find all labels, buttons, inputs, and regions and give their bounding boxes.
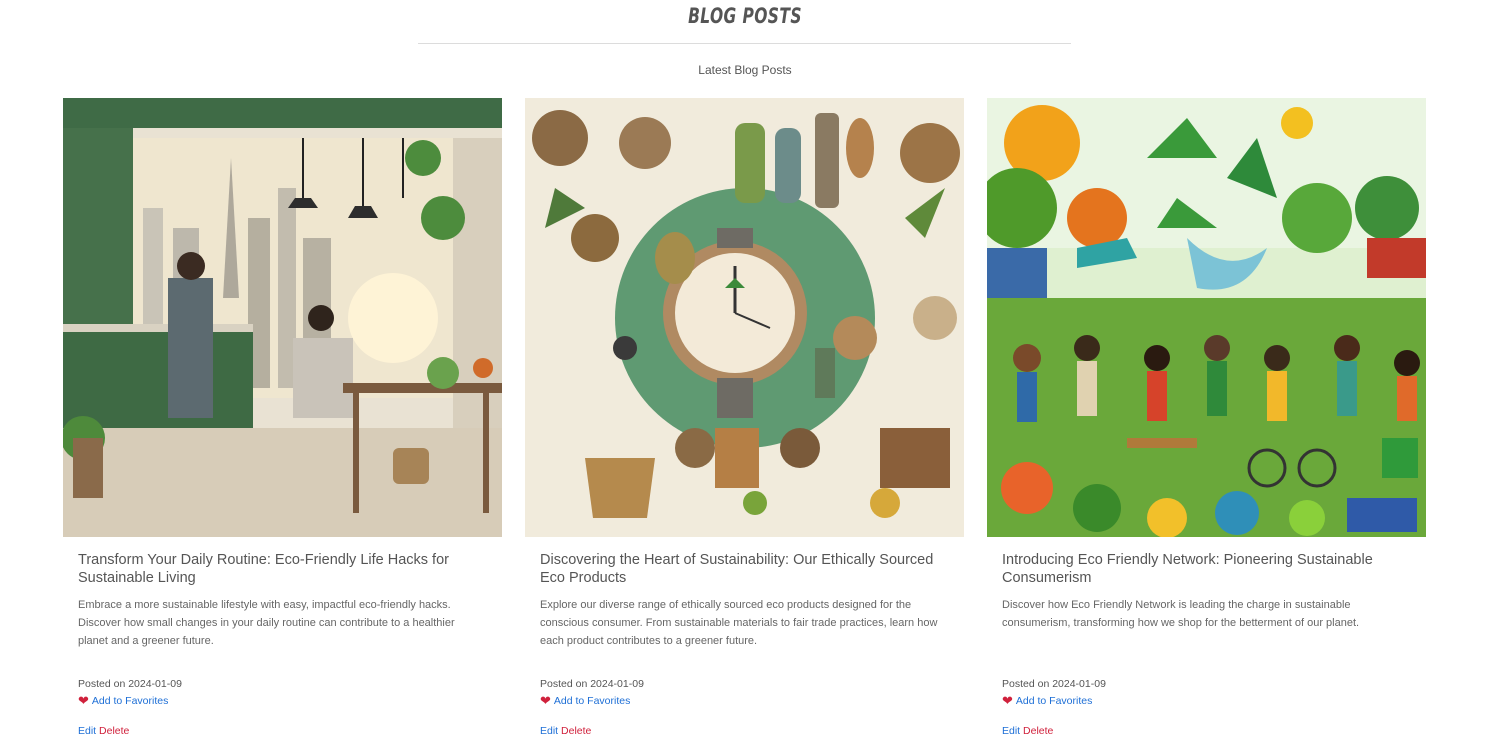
- posts-grid: Transform Your Daily Routine: Eco-Friend…: [63, 98, 1426, 743]
- post-date: Posted on 2024-01-09: [1002, 678, 1106, 690]
- kitchen-illustration: [63, 98, 502, 537]
- post-card: Discovering the Heart of Sustainability:…: [525, 98, 964, 743]
- page-title: BLOG POSTS: [688, 4, 802, 28]
- page-subtitle: Latest Blog Posts: [698, 63, 792, 77]
- edit-link[interactable]: Edit: [78, 725, 96, 737]
- post-excerpt: Embrace a more sustainable lifestyle wit…: [78, 599, 455, 647]
- eco-network-illustration: [987, 98, 1426, 537]
- favorites-label: Add to Favorites: [91, 695, 169, 707]
- heart-icon: ❤: [540, 693, 551, 708]
- post-actions: Edit Delete: [78, 725, 129, 737]
- post-excerpt: Discover how Eco Friendly Network is lea…: [1002, 599, 1360, 629]
- post-image[interactable]: [987, 98, 1426, 537]
- post-title[interactable]: Discovering the Heart of Sustainability:…: [540, 551, 949, 587]
- heart-icon: ❤: [78, 693, 89, 708]
- heart-icon: ❤: [1002, 693, 1013, 708]
- post-excerpt: Explore our diverse range of ethically s…: [540, 599, 938, 647]
- favorites-label: Add to Favorites: [1015, 695, 1093, 707]
- add-to-favorites-link[interactable]: ❤ Add to Favorites: [78, 693, 169, 708]
- post-date: Posted on 2024-01-09: [540, 678, 644, 690]
- title-divider: [418, 43, 1071, 44]
- post-actions: Edit Delete: [540, 725, 591, 737]
- post-date: Posted on 2024-01-09: [78, 678, 182, 690]
- favorites-label: Add to Favorites: [553, 695, 631, 707]
- post-image[interactable]: [525, 98, 964, 537]
- eco-products-illustration: [525, 98, 964, 537]
- delete-link[interactable]: Delete: [561, 725, 591, 737]
- post-title[interactable]: Introducing Eco Friendly Network: Pionee…: [1002, 551, 1411, 587]
- delete-link[interactable]: Delete: [1023, 725, 1053, 737]
- add-to-favorites-link[interactable]: ❤ Add to Favorites: [1002, 693, 1093, 708]
- post-image[interactable]: [63, 98, 502, 537]
- edit-link[interactable]: Edit: [540, 725, 558, 737]
- post-title[interactable]: Transform Your Daily Routine: Eco-Friend…: [78, 551, 487, 587]
- post-card: Transform Your Daily Routine: Eco-Friend…: [63, 98, 502, 743]
- post-actions: Edit Delete: [1002, 725, 1053, 737]
- delete-link[interactable]: Delete: [99, 725, 129, 737]
- edit-link[interactable]: Edit: [1002, 725, 1020, 737]
- post-card: Introducing Eco Friendly Network: Pionee…: [987, 98, 1426, 743]
- add-to-favorites-link[interactable]: ❤ Add to Favorites: [540, 693, 631, 708]
- blog-page: BLOG POSTS Latest Blog Posts Transform Y…: [0, 0, 1490, 751]
